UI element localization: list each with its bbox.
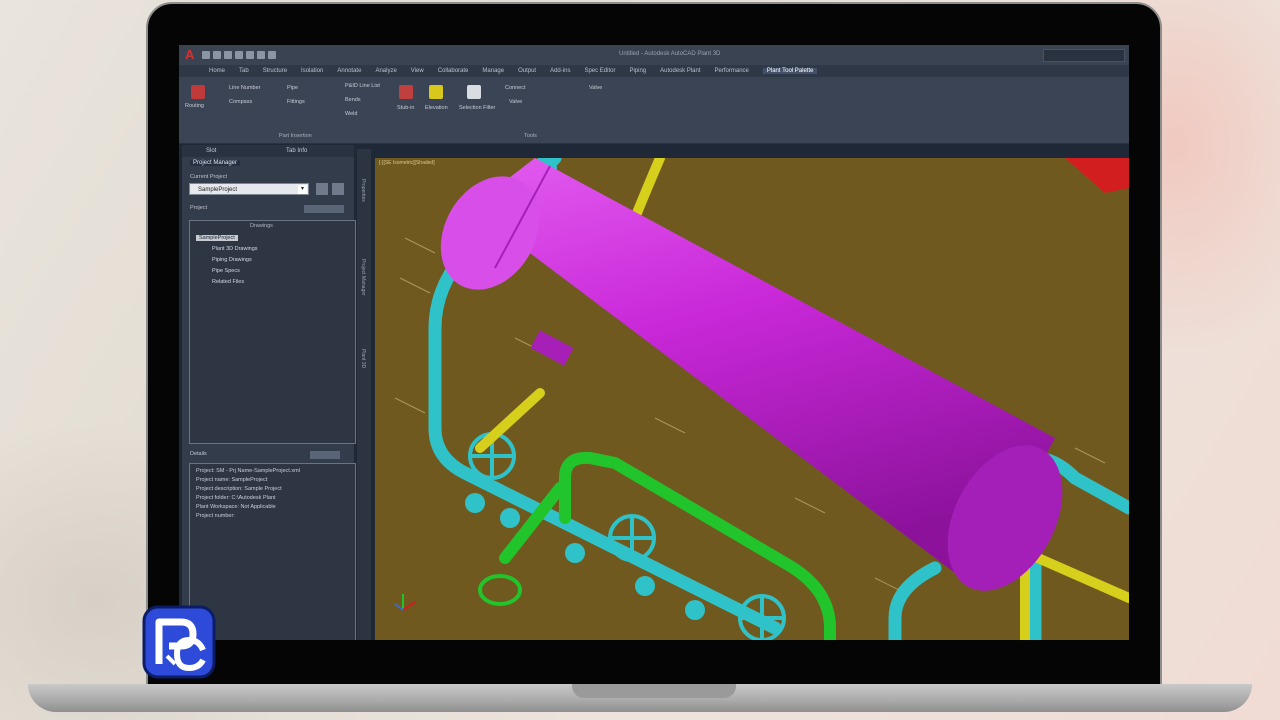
project-refresh-icon[interactable] bbox=[332, 183, 344, 195]
ribbon-panel: Routing Line Number Compass Pipe Fitting… bbox=[179, 77, 1129, 144]
tab-performance[interactable]: Performance bbox=[715, 68, 749, 74]
palette-header-tab-1[interactable]: Slot bbox=[206, 148, 216, 154]
pc-logo-badge bbox=[142, 605, 216, 679]
app-logo[interactable]: A bbox=[185, 47, 199, 63]
valve-button-1[interactable]: Valve bbox=[509, 99, 522, 105]
connect-button[interactable]: Connect bbox=[505, 85, 526, 91]
redo-icon[interactable] bbox=[268, 51, 276, 59]
detail-line: Project folder: C:\Autodesk Plant bbox=[196, 495, 276, 501]
project-dropdown-value: SampleProject bbox=[198, 187, 238, 193]
tree-node[interactable]: SampleProject bbox=[196, 235, 238, 241]
project-dropdown[interactable]: SampleProject ▾ bbox=[189, 183, 309, 195]
green-valve-wheel bbox=[478, 574, 522, 606]
tab-home[interactable]: Home bbox=[209, 68, 225, 74]
title-bar: A Untitled - Autodesk AutoCAD Plant 3D bbox=[179, 45, 1129, 65]
strip-tab-plant3d[interactable]: Plant 3D bbox=[360, 349, 366, 368]
project-manager-palette: Slot Tab Info Project Manager Current Pr… bbox=[182, 145, 356, 640]
red-equipment bbox=[1065, 158, 1129, 193]
tab-autodesk-plant[interactable]: Autodesk Plant bbox=[660, 68, 700, 74]
routing-button[interactable]: Routing bbox=[185, 103, 204, 109]
panel-label-part-insertion: Part Insertion bbox=[279, 133, 312, 139]
stub-in-icon[interactable] bbox=[399, 85, 413, 99]
detail-line: Project name: SampleProject bbox=[196, 477, 268, 483]
bends-button[interactable]: Bends bbox=[345, 97, 361, 103]
vessel-saddle bbox=[530, 330, 574, 366]
laptop-notch bbox=[572, 684, 736, 698]
undo-icon[interactable] bbox=[257, 51, 265, 59]
stub-in-button[interactable]: Stub-in bbox=[397, 105, 414, 111]
valve-button-2[interactable]: Valve bbox=[589, 85, 602, 91]
palette-title: Project Manager bbox=[190, 160, 241, 166]
tab-add-ins[interactable]: Add-ins bbox=[550, 68, 570, 74]
tree-node[interactable]: Plant 3D Drawings bbox=[212, 246, 258, 252]
tab-plant-tool-palette[interactable]: Plant Tool Palette bbox=[762, 68, 818, 74]
filter-icon[interactable] bbox=[467, 85, 481, 99]
saveas-icon[interactable] bbox=[235, 51, 243, 59]
tab-annotate[interactable]: Annotate bbox=[337, 68, 361, 74]
tab-view[interactable]: View bbox=[411, 68, 424, 74]
document-title: Untitled - Autodesk AutoCAD Plant 3D bbox=[619, 51, 721, 57]
tab-output[interactable]: Output bbox=[518, 68, 536, 74]
tree-node[interactable]: Related Files bbox=[212, 279, 244, 285]
strip-tab-properties[interactable]: Properties bbox=[360, 179, 366, 202]
detail-line: Project: SM - Prj Name-SampleProject.xml bbox=[196, 468, 300, 474]
tab-collaborate[interactable]: Collaborate bbox=[438, 68, 469, 74]
details-toolbar-icons[interactable] bbox=[310, 451, 340, 459]
pipe-button[interactable]: Pipe bbox=[287, 85, 298, 91]
tab-spec-editor[interactable]: Spec Editor bbox=[584, 68, 615, 74]
tab-structure[interactable]: Structure bbox=[263, 68, 287, 74]
tab-piping[interactable]: Piping bbox=[629, 68, 646, 74]
line-number-button[interactable]: Line Number bbox=[229, 85, 261, 91]
plant-3d-model bbox=[394, 158, 1129, 640]
tab-isolation[interactable]: Isolation bbox=[301, 68, 323, 74]
weld-button[interactable]: Weld bbox=[345, 111, 357, 117]
tab-analyze[interactable]: Analyze bbox=[375, 68, 396, 74]
elevation-icon[interactable] bbox=[429, 85, 443, 99]
ucs-axis-icon bbox=[394, 594, 416, 611]
detail-line: Plant Workspace: Not Applicable bbox=[196, 504, 276, 510]
elevation-button[interactable]: Elevation bbox=[425, 105, 448, 111]
palette-header: Slot Tab Info bbox=[182, 145, 354, 157]
project-settings-icon[interactable] bbox=[316, 183, 328, 195]
ribbon-tabs: Home Tab Structure Isolation Annotate Analyze… bbox=[179, 65, 1129, 77]
project-tree: Drawings SampleProject Plant 3D Drawings P… bbox=[189, 220, 356, 444]
new-icon[interactable] bbox=[202, 51, 210, 59]
tab-manage[interactable]: Manage bbox=[482, 68, 504, 74]
palette-header-tab-2[interactable]: Tab Info bbox=[286, 148, 307, 154]
selection-filter-button[interactable]: Selection Filter bbox=[459, 105, 495, 111]
tree-node[interactable]: Piping Drawings bbox=[212, 257, 252, 263]
compass-button[interactable]: Compass bbox=[229, 99, 252, 105]
strip-tab-project-manager[interactable]: Project Manager bbox=[360, 259, 366, 296]
pid-line-list-button[interactable]: P&ID Line List bbox=[345, 83, 380, 89]
tree-header: Drawings bbox=[250, 223, 273, 229]
search-input[interactable] bbox=[1043, 49, 1125, 62]
open-icon[interactable] bbox=[213, 51, 221, 59]
panel-label-tools: Tools bbox=[524, 133, 537, 139]
palette-side-strip: Properties Project Manager Plant 3D bbox=[357, 149, 371, 640]
tab-tab[interactable]: Tab bbox=[239, 68, 249, 74]
save-icon[interactable] bbox=[224, 51, 232, 59]
detail-line: Project description: Sample Project bbox=[196, 486, 282, 492]
routing-icon[interactable] bbox=[191, 85, 205, 99]
tree-node[interactable]: Pipe Specs bbox=[212, 268, 240, 274]
project-toolbar-icons[interactable] bbox=[304, 205, 344, 213]
details-label: Details bbox=[190, 451, 207, 457]
project-label: Project bbox=[190, 205, 208, 211]
green-pipe-run bbox=[499, 451, 836, 640]
current-project-label: Current Project bbox=[190, 174, 227, 180]
app-screen: A Untitled - Autodesk AutoCAD Plant 3D H… bbox=[179, 45, 1129, 640]
print-icon[interactable] bbox=[246, 51, 254, 59]
model-viewport[interactable]: [-][SE Isometric][Shaded] bbox=[375, 158, 1129, 640]
chevron-down-icon[interactable]: ▾ bbox=[298, 185, 307, 194]
detail-line: Project number: bbox=[196, 513, 235, 519]
fittings-button[interactable]: Fittings bbox=[287, 99, 305, 105]
